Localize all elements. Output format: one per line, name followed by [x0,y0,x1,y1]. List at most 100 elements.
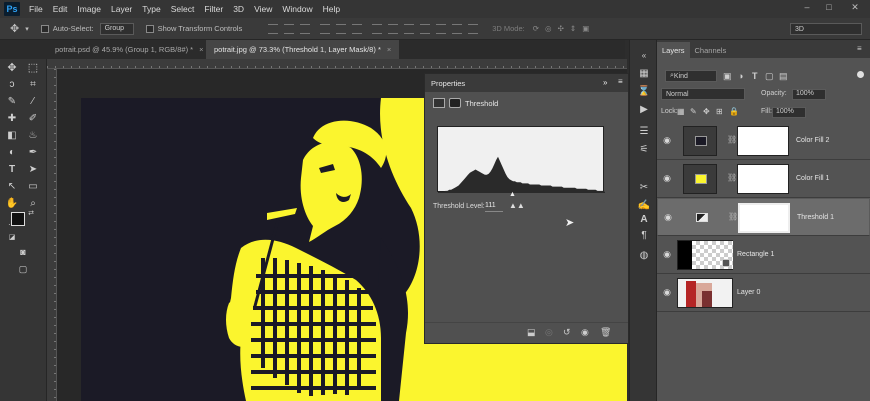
libraries-panel-icon[interactable]: ◍ [637,248,651,262]
default-colors-icon[interactable]: ◪ [8,233,16,241]
menu-file[interactable]: File [24,4,48,14]
workspace-dropdown[interactable]: 3D [790,23,862,35]
healing-brush-tool-icon[interactable]: ✚ [5,111,19,125]
type-tool-icon[interactable]: T [5,162,19,176]
distribute-right-icon[interactable] [452,23,463,34]
eyedropper-tool-icon[interactable]: ⁄ [26,94,40,108]
link-chain-icon[interactable]: ⛓ [727,173,737,182]
paragraph-panel-icon[interactable]: ¶ [637,228,651,242]
close-window-button[interactable]: ✕ [848,2,862,14]
crop-tool-icon[interactable]: ⌗ [26,77,40,91]
close-tab-icon[interactable]: × [387,45,391,54]
move-tool-icon[interactable]: ✥ [10,22,19,35]
distribute-vcenter-icon[interactable] [388,23,399,34]
align-vcenter-icon[interactable] [284,23,295,34]
distribute-hcenter-icon[interactable] [436,23,447,34]
auto-select-checkbox[interactable]: Auto-Select: [40,24,94,33]
layer-row-threshold-1[interactable]: ◉ ⛓ Threshold 1 [657,198,870,236]
dock-collapse-icon[interactable]: « [637,48,651,62]
tab-layers[interactable]: Layers [657,42,690,58]
show-transform-checkbox[interactable]: Show Transform Controls [145,24,242,33]
menu-help[interactable]: Help [318,4,345,14]
menu-3d[interactable]: 3D [228,4,249,14]
foreground-color-swatch[interactable] [11,212,25,226]
visibility-eye-icon[interactable]: ◉ [662,173,672,183]
distribute-bottom-icon[interactable] [404,23,415,34]
pen-tool-icon[interactable]: ✒ [26,145,40,159]
direct-selection-tool-icon[interactable]: ↖ [5,179,19,193]
layer-mask-thumbnail[interactable] [738,203,790,233]
link-chain-icon[interactable]: ⛓ [727,135,737,144]
layer-name[interactable]: Color Fill 2 [796,137,829,144]
reset-icon[interactable]: ↺ [563,327,571,338]
3d-slide-icon[interactable]: ⇕ [570,24,576,33]
path-selection-tool-icon[interactable]: ➤ [26,162,40,176]
distribute-top-icon[interactable] [372,23,383,34]
lasso-tool-icon[interactable]: ↄ [5,77,19,91]
filter-shape-icon[interactable]: ▢ [765,71,774,82]
visibility-icon[interactable]: ◉ [581,327,589,338]
threshold-slider-handle[interactable]: ▲ [509,191,516,198]
swap-colors-icon[interactable]: ⇄ [27,209,35,217]
lock-position-icon[interactable]: ✥ [703,107,710,116]
visibility-eye-icon[interactable]: ◉ [663,212,673,222]
filter-type-icon[interactable]: T [752,71,758,81]
tools-presets-icon[interactable]: ✂ [637,180,651,194]
filter-smart-object-icon[interactable]: ▤ [779,71,788,82]
menu-type[interactable]: Type [137,4,165,14]
tool-preset-chevron-icon[interactable]: ▾ [25,25,29,33]
link-chain-icon[interactable]: ⛓ [728,212,738,221]
history-panel-icon[interactable]: ⌛ [637,84,651,98]
layer-mask-thumbnail[interactable] [737,126,789,156]
distribute-left-icon[interactable] [420,23,431,34]
layer-row-rectangle-1[interactable]: ◉ Rectangle 1 [657,236,870,274]
align-right-icon[interactable] [352,23,363,34]
tab-potrait-jpg[interactable]: potrait.jpg @ 73.3% (Threshold 1, Layer … [206,40,400,59]
visibility-eye-icon[interactable]: ◉ [662,135,672,145]
layer-mask-icon[interactable] [449,98,461,108]
character-styles-icon[interactable]: A [637,212,651,226]
rectangle-tool-icon[interactable]: ▭ [26,179,40,193]
menu-view[interactable]: View [249,4,277,14]
auto-select-dropdown[interactable]: Group [99,22,134,35]
quick-selection-tool-icon[interactable]: ✎ [5,94,19,108]
menu-select[interactable]: Select [166,4,200,14]
layers-panel-menu-icon[interactable]: ≡ [857,44,862,53]
visibility-eye-icon[interactable]: ◉ [662,249,672,259]
filter-adjustment-icon[interactable]: ◑ [738,71,743,81]
panel-collapse-icon[interactable]: » [603,78,607,87]
brush-panel-icon[interactable]: ✍ [637,198,651,212]
marquee-tool-icon[interactable]: ⬚ [26,60,40,74]
clone-stamp-tool-icon[interactable]: ♨ [26,128,40,142]
3d-drag-icon[interactable]: ✣ [558,24,564,33]
layer-name[interactable]: Color Fill 1 [796,175,829,182]
align-left-icon[interactable] [320,23,331,34]
adjustments-panel-icon[interactable]: ☰ [637,124,651,138]
layer-mask-thumbnail[interactable] [737,164,789,194]
lock-transparent-icon[interactable]: ▦ [677,107,685,116]
threshold-level-input[interactable]: 111 [485,202,503,212]
quick-mask-icon[interactable]: ◙ [16,245,30,259]
character-panel-icon[interactable]: ⚟ [637,142,651,156]
3d-rotate-icon[interactable]: ⟳ [533,24,539,33]
filter-pixel-icon[interactable]: ▣ [723,71,732,82]
actions-panel-icon[interactable]: ▶ [637,102,651,116]
layer-name[interactable]: Threshold 1 [797,214,834,221]
hand-tool-icon[interactable]: ✋ [5,196,19,210]
tab-potrait-psd[interactable]: potrait.psd @ 45.9% (Group 1, RGB/8#) * … [47,40,212,59]
filter-toggle[interactable] [857,71,864,78]
brush-tool-icon[interactable]: ✐ [26,111,40,125]
lock-pixels-icon[interactable]: ✎ [690,107,697,116]
align-top-icon[interactable] [268,23,279,34]
align-hcenter-icon[interactable] [336,23,347,34]
clip-to-layer-icon[interactable]: ⬓ [527,327,536,338]
blend-mode-dropdown[interactable]: Normal [661,88,745,100]
delete-adjustment-icon[interactable]: 🗑 [600,327,611,338]
minimize-button[interactable]: – [800,2,814,14]
layer-name[interactable]: Rectangle 1 [737,251,774,258]
history-brush-tool-icon[interactable]: ◐ [5,145,19,159]
layer-row-color-fill-1[interactable]: ◉ ⛓ Color Fill 1 [657,160,870,198]
menu-layer[interactable]: Layer [106,4,137,14]
histogram-panel-icon[interactable]: ▦ [637,66,651,80]
menu-window[interactable]: Window [277,4,317,14]
